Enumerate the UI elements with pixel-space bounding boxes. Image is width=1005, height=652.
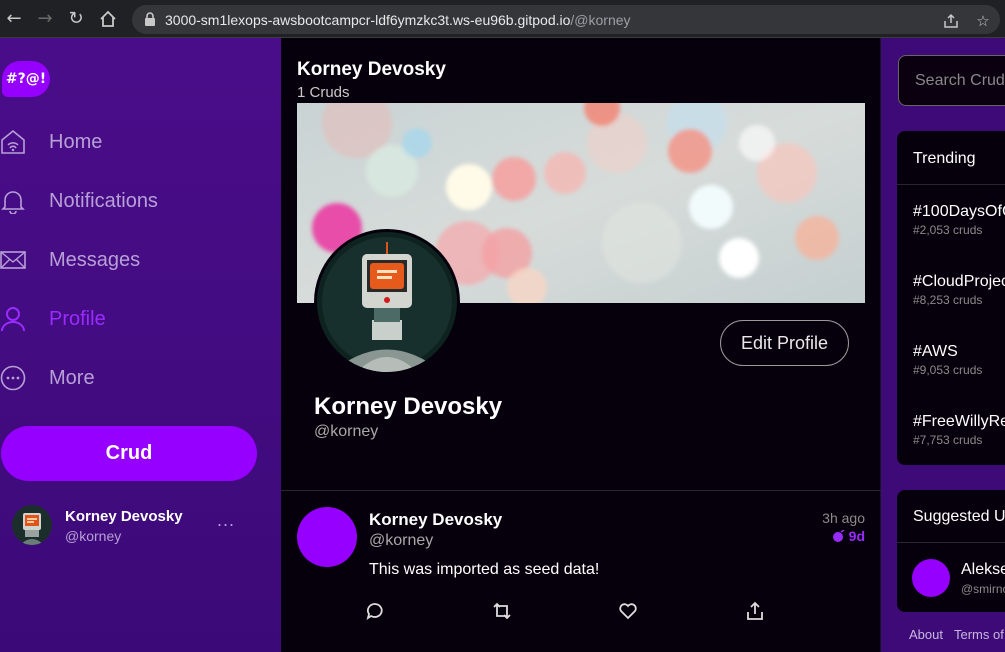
footer-links: About Terms of Service bbox=[909, 627, 1005, 642]
current-user-avatar bbox=[12, 505, 52, 545]
post-avatar[interactable] bbox=[297, 507, 357, 567]
current-user-card[interactable]: Korney Devosky @korney ... bbox=[12, 502, 262, 552]
url-host: 3000-sm1lexops-awsbootcampcr-ldf6ymzkc3t… bbox=[165, 12, 571, 28]
edit-profile-button[interactable]: Edit Profile bbox=[720, 320, 849, 366]
search-input[interactable]: Search Cruds bbox=[898, 55, 1005, 106]
trending-tag: #AWS bbox=[913, 343, 958, 360]
reload-icon[interactable]: ↻ bbox=[65, 8, 87, 30]
post-time: 3h ago bbox=[822, 510, 865, 526]
post-author-name[interactable]: Korney Devosky bbox=[369, 510, 502, 530]
reply-icon[interactable] bbox=[365, 601, 387, 623]
bookmark-star-icon[interactable]: ☆ bbox=[972, 10, 994, 32]
nav-label-home: Home bbox=[49, 130, 103, 153]
trending-item[interactable]: #100DaysOfCloud #2,053 cruds bbox=[913, 203, 1005, 237]
suggested-users-panel: Suggested Users Aleksey @smirnov bbox=[897, 490, 1005, 612]
nav-item-profile[interactable]: Profile bbox=[0, 301, 250, 337]
divider bbox=[897, 542, 1005, 543]
post-message: This was imported as seed data! bbox=[369, 561, 600, 578]
footer-terms-link[interactable]: Terms of Service bbox=[954, 627, 1005, 642]
crud-post[interactable]: Korney Devosky @korney 3h ago 9d This wa… bbox=[281, 491, 881, 652]
current-user-name: Korney Devosky bbox=[65, 508, 183, 525]
trending-count: #7,753 cruds bbox=[913, 433, 983, 447]
nav-item-notifications[interactable]: Notifications bbox=[0, 183, 250, 219]
profile-handle: @korney bbox=[314, 423, 379, 440]
crud-button[interactable]: Crud bbox=[1, 426, 257, 481]
bomb-icon bbox=[832, 529, 845, 542]
suggested-user-name[interactable]: Aleksey bbox=[961, 561, 1005, 579]
suggested-user-avatar[interactable] bbox=[912, 559, 950, 597]
envelope-icon bbox=[0, 251, 26, 269]
current-user-handle: @korney bbox=[65, 528, 122, 544]
nav-label-more: More bbox=[49, 366, 95, 389]
post-author-handle: @korney bbox=[369, 532, 434, 549]
nav-label-messages: Messages bbox=[49, 248, 141, 271]
trending-tag: #FreeWillyReboot bbox=[913, 413, 1005, 430]
address-bar[interactable]: 3000-sm1lexops-awsbootcampcr-ldf6ymzkc3t… bbox=[132, 5, 1000, 34]
suggested-user-handle: @smirnov bbox=[961, 582, 1005, 596]
trending-item[interactable]: #CloudProject #8,253 cruds bbox=[913, 273, 1005, 307]
share-page-icon[interactable] bbox=[940, 10, 962, 32]
lock-icon bbox=[145, 12, 155, 26]
nav-item-more[interactable]: More bbox=[0, 360, 250, 396]
user-menu-dots-icon[interactable]: ... bbox=[217, 510, 235, 531]
profile-display-name: Korney Devosky bbox=[314, 393, 503, 420]
nav-label-profile: Profile bbox=[49, 307, 106, 330]
right-sidebar: Search Cruds Trending #100DaysOfCloud #2… bbox=[881, 38, 1005, 652]
divider bbox=[897, 184, 1005, 185]
url-path: /@korney bbox=[570, 12, 631, 28]
nav-item-messages[interactable]: Messages bbox=[0, 242, 250, 278]
url-text: 3000-sm1lexops-awsbootcampcr-ldf6ymzkc3t… bbox=[165, 12, 631, 28]
trending-tag: #CloudProject bbox=[913, 273, 1005, 290]
footer-about-link[interactable]: About bbox=[909, 627, 943, 642]
browser-toolbar: ← → ↻ 3000-sm1lexops-awsbootcampcr-ldf6y… bbox=[0, 0, 1005, 38]
back-arrow-icon[interactable]: ← bbox=[3, 8, 25, 30]
profile-main: Korney Devosky 1 Cruds Edit Profile Korn… bbox=[281, 38, 881, 652]
crud-count: 1 Cruds bbox=[297, 84, 350, 101]
trending-count: #2,053 cruds bbox=[913, 223, 983, 237]
user-icon bbox=[1, 307, 25, 332]
post-expiry: 9d bbox=[831, 528, 865, 544]
more-circle-icon bbox=[0, 365, 26, 391]
forward-arrow-icon[interactable]: → bbox=[34, 8, 56, 30]
app-logo[interactable]: #?@! bbox=[2, 61, 50, 97]
trending-item[interactable]: #FreeWillyReboot #7,753 cruds bbox=[913, 413, 1005, 447]
trending-panel: Trending #100DaysOfCloud #2,053 cruds #C… bbox=[897, 131, 1005, 465]
profile-avatar[interactable] bbox=[314, 229, 460, 375]
trending-count: #9,053 cruds bbox=[913, 363, 983, 377]
trending-item[interactable]: #AWS #9,053 cruds bbox=[913, 343, 1005, 377]
home-icon bbox=[1, 129, 25, 154]
post-expiry-text: 9d bbox=[848, 528, 865, 544]
trending-tag: #100DaysOfCloud bbox=[913, 203, 1005, 220]
home-browser-icon[interactable] bbox=[97, 8, 119, 30]
trending-count: #8,253 cruds bbox=[913, 293, 983, 307]
profile-header-name: Korney Devosky bbox=[297, 59, 446, 80]
like-icon[interactable] bbox=[618, 601, 640, 623]
share-icon[interactable] bbox=[745, 601, 767, 623]
repost-icon[interactable] bbox=[492, 601, 514, 623]
nav-item-home[interactable]: Home bbox=[0, 124, 250, 160]
bell-icon bbox=[1, 191, 25, 214]
trending-title: Trending bbox=[913, 150, 976, 167]
nav-label-notifications: Notifications bbox=[49, 189, 158, 212]
left-sidebar: #?@! Home Notifications Messages Profile… bbox=[0, 38, 281, 652]
suggested-title: Suggested Users bbox=[913, 508, 1005, 525]
